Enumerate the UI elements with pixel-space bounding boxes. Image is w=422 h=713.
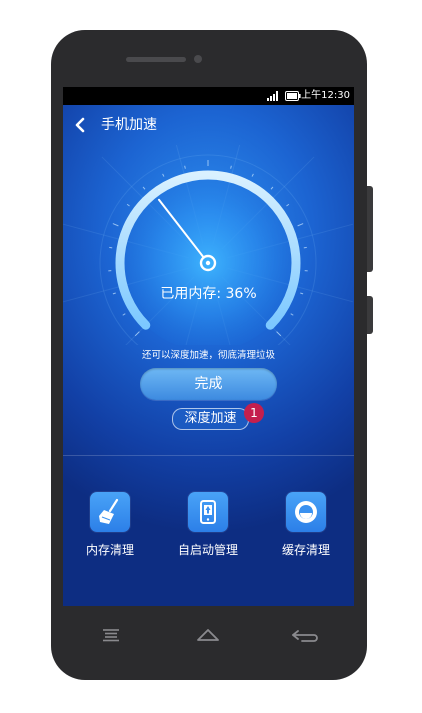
tool-label: 自启动管理 <box>177 543 238 557</box>
deep-clean-hint: 还可以深度加速，彻底清理垃圾 <box>141 350 275 361</box>
gauge-tick <box>122 313 126 316</box>
cache-clean-tile[interactable] <box>286 492 326 532</box>
startup-manage-tile[interactable] <box>188 492 228 532</box>
gauge-tick <box>134 331 140 337</box>
battery-icon <box>285 91 301 101</box>
phone-screen: 上午12:30 手机加速 已用内存: 36% 还可以深度加速，彻底清理垃圾 完成… <box>63 87 354 606</box>
gauge-tick <box>184 165 186 169</box>
home-icon <box>197 629 219 641</box>
page-title: 手机加速 <box>101 117 157 133</box>
cache-disc-icon <box>295 501 317 523</box>
memory-gauge <box>63 145 354 345</box>
earpiece-speaker <box>126 57 186 62</box>
section-divider <box>63 455 354 456</box>
gauge-tick <box>290 313 294 316</box>
gauge-tick <box>286 203 290 207</box>
volume-button[interactable] <box>367 186 373 272</box>
nav-back-button[interactable] <box>290 628 320 642</box>
status-bar: 上午12:30 <box>63 87 354 105</box>
tool-label: 内存清理 <box>85 543 134 557</box>
nav-home-button[interactable] <box>196 628 220 642</box>
tool-startup-manage[interactable]: 自启动管理 <box>163 492 253 558</box>
back-icon <box>292 630 318 642</box>
tool-label: 缓存清理 <box>281 543 330 557</box>
memory-used-label: 已用内存: 36% <box>160 286 257 302</box>
gauge-tick <box>270 186 274 190</box>
gauge-tick <box>126 203 130 207</box>
notification-badge: 1 <box>244 403 264 423</box>
done-button[interactable]: 完成 <box>140 368 277 400</box>
tool-cache-clean[interactable]: 缓存清理 <box>261 492 351 558</box>
gauge-tick <box>230 165 232 169</box>
menu-icon <box>103 629 119 642</box>
gauge-tick <box>112 223 119 227</box>
gauge-tick <box>276 331 282 337</box>
memory-clean-tile[interactable] <box>90 492 130 532</box>
status-time: 上午12:30 <box>301 90 350 101</box>
back-arrow-icon[interactable] <box>72 116 88 134</box>
signal-bars-icon <box>267 91 278 101</box>
gauge-tick <box>251 173 254 177</box>
broom-icon <box>99 498 119 524</box>
deep-accelerate-button[interactable]: 深度加速 <box>172 408 249 430</box>
gauge-tick <box>142 186 146 190</box>
gauge-tick <box>297 223 304 227</box>
phone-startup-icon <box>200 500 216 524</box>
nav-menu-button[interactable] <box>101 628 121 642</box>
power-button[interactable] <box>367 296 373 334</box>
front-camera <box>194 55 202 63</box>
gauge-hub-dot <box>205 260 211 266</box>
app-header: 手机加速 <box>63 105 354 145</box>
tool-memory-clean[interactable]: 内存清理 <box>65 492 155 558</box>
gauge-tick <box>162 173 165 177</box>
